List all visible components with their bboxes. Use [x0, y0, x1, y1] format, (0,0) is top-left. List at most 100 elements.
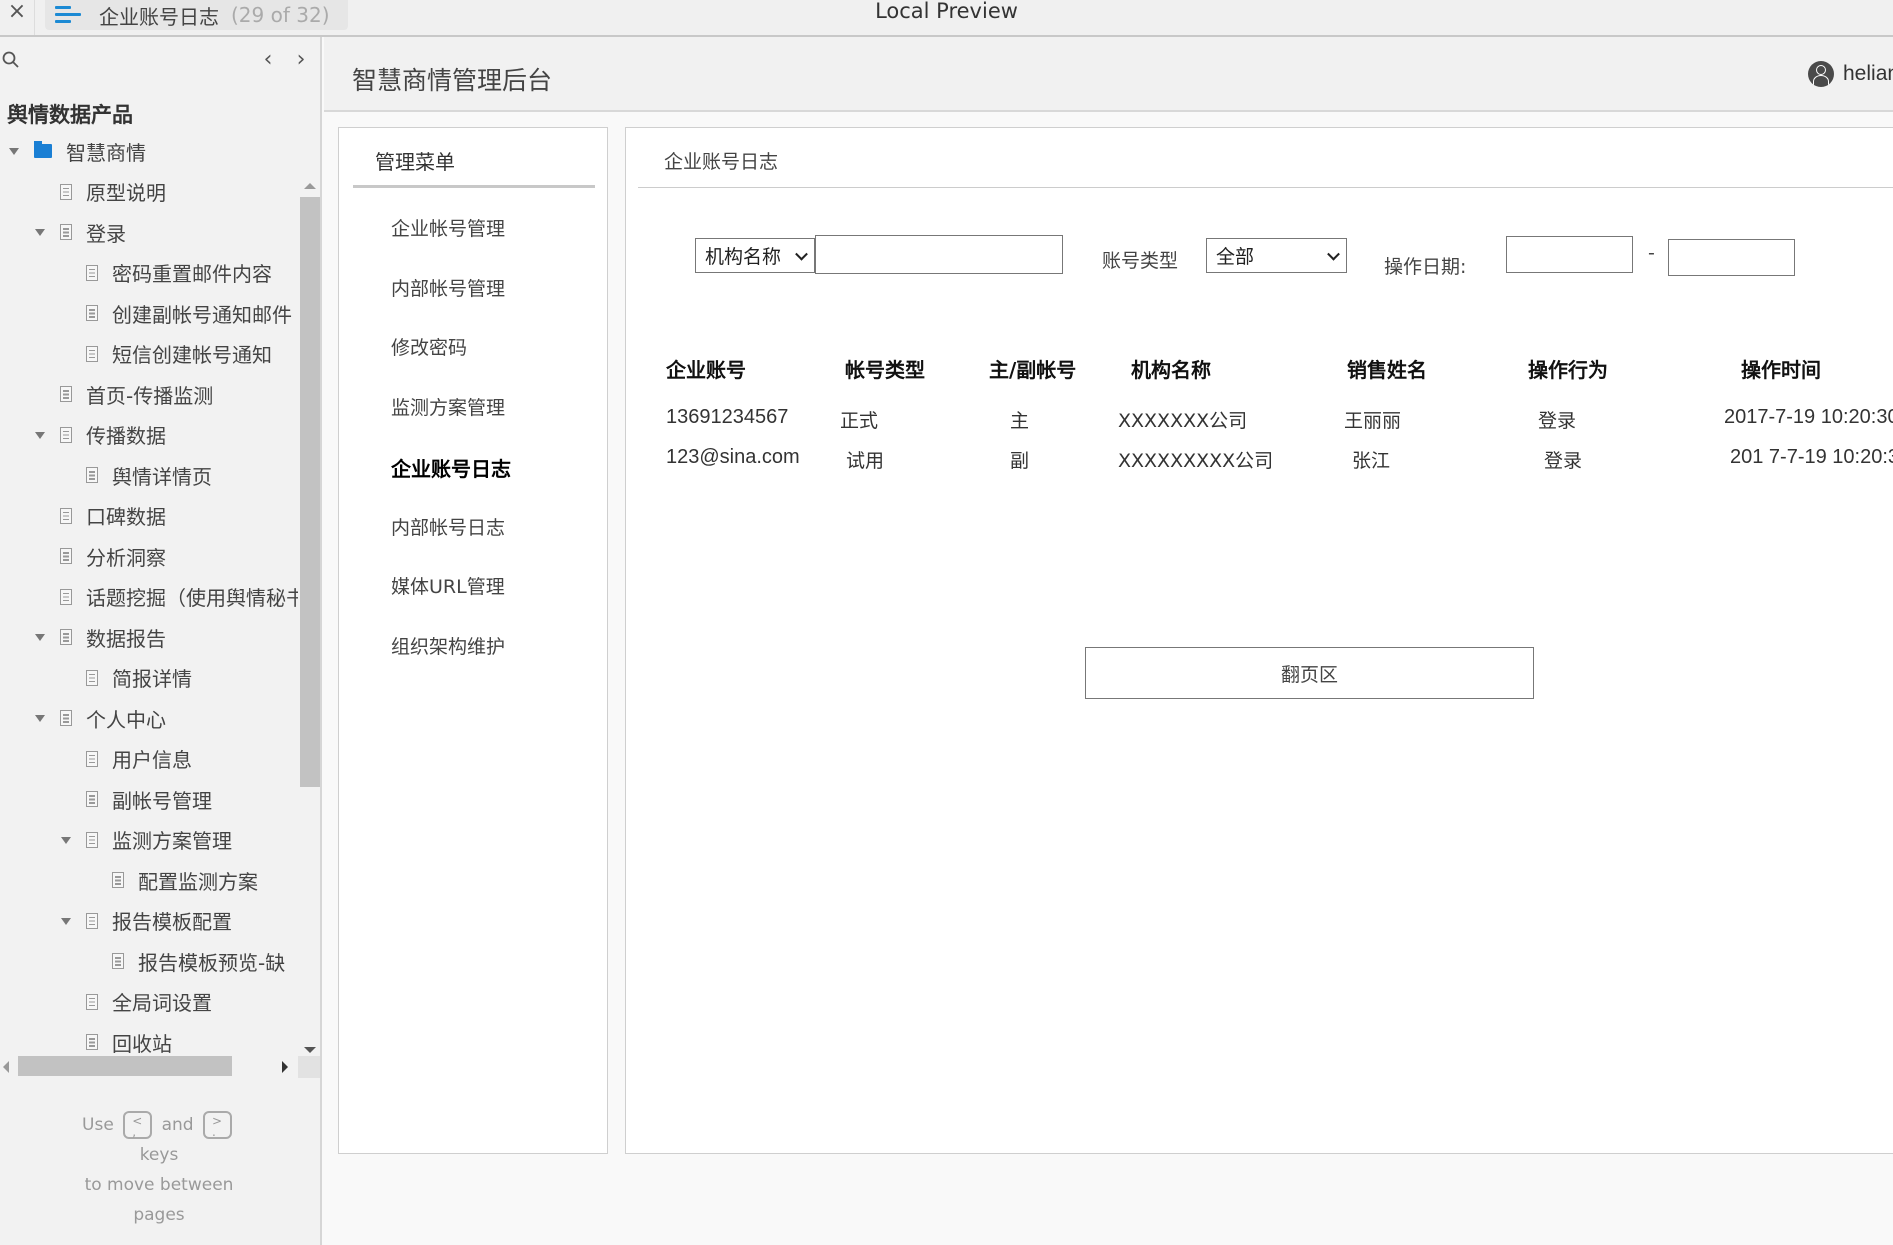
sidebar-tree-item[interactable]: 副帐号管理: [60, 779, 212, 819]
tree-item-label: 智慧商情: [66, 140, 146, 165]
menu-item[interactable]: 内部帐号管理: [391, 274, 505, 301]
scroll-corner: [298, 1056, 320, 1078]
account-type-select[interactable]: 全部: [1206, 238, 1347, 273]
sidebar-tree-item[interactable]: 创建副帐号通知邮件: [60, 293, 292, 333]
page-icon: [86, 305, 98, 321]
tree-item-label: 监测方案管理: [112, 829, 232, 853]
horizontal-scrollbar[interactable]: [0, 1056, 320, 1078]
app-header: 智慧商情管理后台 helian: [324, 37, 1893, 112]
menu-item[interactable]: 媒体URL管理: [391, 572, 505, 599]
page-selector[interactable]: 企业账号日志 (29 of 32): [45, 0, 348, 30]
tree-item-label: 舆情详情页: [112, 464, 212, 489]
sidebar-tree-item[interactable]: 登录: [34, 212, 126, 252]
table-cell: 登录: [1538, 410, 1577, 432]
table-cell: 2017-7-19 10:20:30: [1724, 406, 1893, 428]
expand-caret-icon[interactable]: [34, 430, 46, 440]
sidebar-tree-item[interactable]: 传播数据: [34, 415, 166, 455]
sidebar-tree-item[interactable]: 全局词设置: [60, 982, 212, 1022]
menu-icon[interactable]: [55, 5, 81, 25]
comma-key-icon: <,: [123, 1111, 153, 1139]
sidebar-tree-item[interactable]: 简报详情: [60, 658, 192, 698]
scroll-thumb[interactable]: [300, 197, 320, 787]
menu-item[interactable]: 监测方案管理: [391, 393, 505, 420]
date-from-input[interactable]: [1506, 236, 1633, 273]
sidebar-tree-item[interactable]: 舆情详情页: [60, 455, 212, 495]
vertical-scrollbar[interactable]: [300, 135, 320, 1055]
scroll-right-arrow-icon[interactable]: [282, 1061, 288, 1073]
page-icon: [86, 264, 98, 281]
menu-item[interactable]: 企业帐号管理: [391, 214, 505, 241]
period-key-icon: >.: [202, 1111, 232, 1139]
tree-item-label: 原型说明: [86, 181, 166, 205]
tree-item-label: 报告模板配置: [112, 910, 232, 934]
sidebar-tree-item[interactable]: 监测方案管理: [60, 820, 232, 860]
table-cell: 试用: [846, 450, 885, 472]
sidebar-tree-item[interactable]: 话题挖掘（使用舆情秘书）: [34, 577, 298, 617]
sidebar-tree-item[interactable]: 个人中心: [34, 698, 166, 738]
sidebar-tree-item[interactable]: 用户信息: [60, 739, 192, 779]
scroll-up-arrow-icon[interactable]: [304, 183, 316, 189]
divider: [638, 187, 1893, 188]
menu-item[interactable]: 企业账号日志: [391, 453, 511, 482]
menu-item[interactable]: 内部帐号日志: [391, 513, 505, 540]
current-page-name: 企业账号日志: [99, 4, 219, 29]
page-icon: [60, 386, 72, 402]
page-icon: [86, 1034, 98, 1050]
close-button[interactable]: ×: [5, 0, 29, 26]
expand-caret-icon[interactable]: [8, 146, 20, 156]
page-icon: [86, 912, 98, 929]
expand-caret-icon[interactable]: [60, 916, 72, 926]
table-cell: XXXXXXX公司: [1118, 410, 1248, 432]
tree-item-label: 回收站: [112, 1031, 172, 1056]
user-avatar-icon[interactable]: [1808, 61, 1834, 87]
sidebar-tree-item[interactable]: 短信创建帐号通知: [60, 334, 272, 374]
page-icon: [86, 750, 98, 767]
prev-page-button[interactable]: ‹: [258, 47, 278, 73]
sidebar-tree-item[interactable]: 配置监测方案: [86, 860, 258, 900]
next-page-button[interactable]: ›: [291, 47, 311, 73]
field-value-input[interactable]: [815, 235, 1063, 274]
pagination-area[interactable]: 翻页区: [1085, 647, 1534, 699]
menu-item[interactable]: 组织架构维护: [391, 632, 505, 659]
expand-caret-icon[interactable]: [60, 835, 72, 845]
scroll-thumb-horizontal[interactable]: [18, 1056, 232, 1076]
expand-caret-icon[interactable]: [34, 632, 46, 642]
table-cell: 张江: [1352, 450, 1391, 472]
menu-item[interactable]: 修改密码: [391, 333, 467, 360]
column-header: 帐号类型: [845, 358, 925, 382]
tree-item-label: 数据报告: [86, 626, 166, 651]
table-cell: 123@sina.com: [666, 446, 800, 468]
tree-item-label: 全局词设置: [112, 991, 212, 1015]
field-select[interactable]: 机构名称: [695, 238, 815, 273]
table-cell: XXXXXXXXX公司: [1118, 450, 1274, 472]
project-title: 舆情数据产品: [7, 103, 133, 127]
page-icon: [112, 872, 124, 888]
sidebar-tree-item[interactable]: 数据报告: [34, 617, 166, 657]
sidebar-tree-item[interactable]: 原型说明: [34, 172, 166, 212]
sidebar-tree-item[interactable]: 报告模板配置: [60, 901, 232, 941]
sidebar-tree-item[interactable]: 回收站: [60, 1022, 172, 1055]
sidebar-tree-item[interactable]: 密码重置邮件内容: [60, 253, 272, 293]
app-title: 智慧商情管理后台: [352, 66, 553, 95]
sidebar-tree-item[interactable]: 首页-传播监测: [34, 374, 213, 414]
search-icon[interactable]: [2, 51, 20, 69]
page-icon: [60, 426, 72, 443]
keyboard-hint: Use <, and >. keys to move between pages: [0, 1110, 318, 1230]
scroll-down-arrow-icon[interactable]: [304, 1047, 316, 1053]
expand-caret-icon[interactable]: [34, 713, 46, 723]
sidebar-tree-item[interactable]: 报告模板预览-缺: [86, 941, 285, 981]
column-header: 企业账号: [666, 358, 746, 382]
sidebar-tree-item[interactable]: 智慧商情: [8, 135, 146, 171]
sidebar-tree-item[interactable]: 分析洞察: [34, 536, 166, 576]
chevron-down-icon: [795, 247, 808, 261]
username[interactable]: helian: [1843, 62, 1893, 86]
date-to-input[interactable]: [1668, 239, 1795, 276]
sidebar-tree-item[interactable]: 口碑数据: [34, 496, 166, 536]
user-menu[interactable]: helian: [1808, 61, 1893, 87]
scroll-left-arrow-icon[interactable]: [3, 1061, 9, 1073]
expand-caret-icon[interactable]: [34, 227, 46, 237]
